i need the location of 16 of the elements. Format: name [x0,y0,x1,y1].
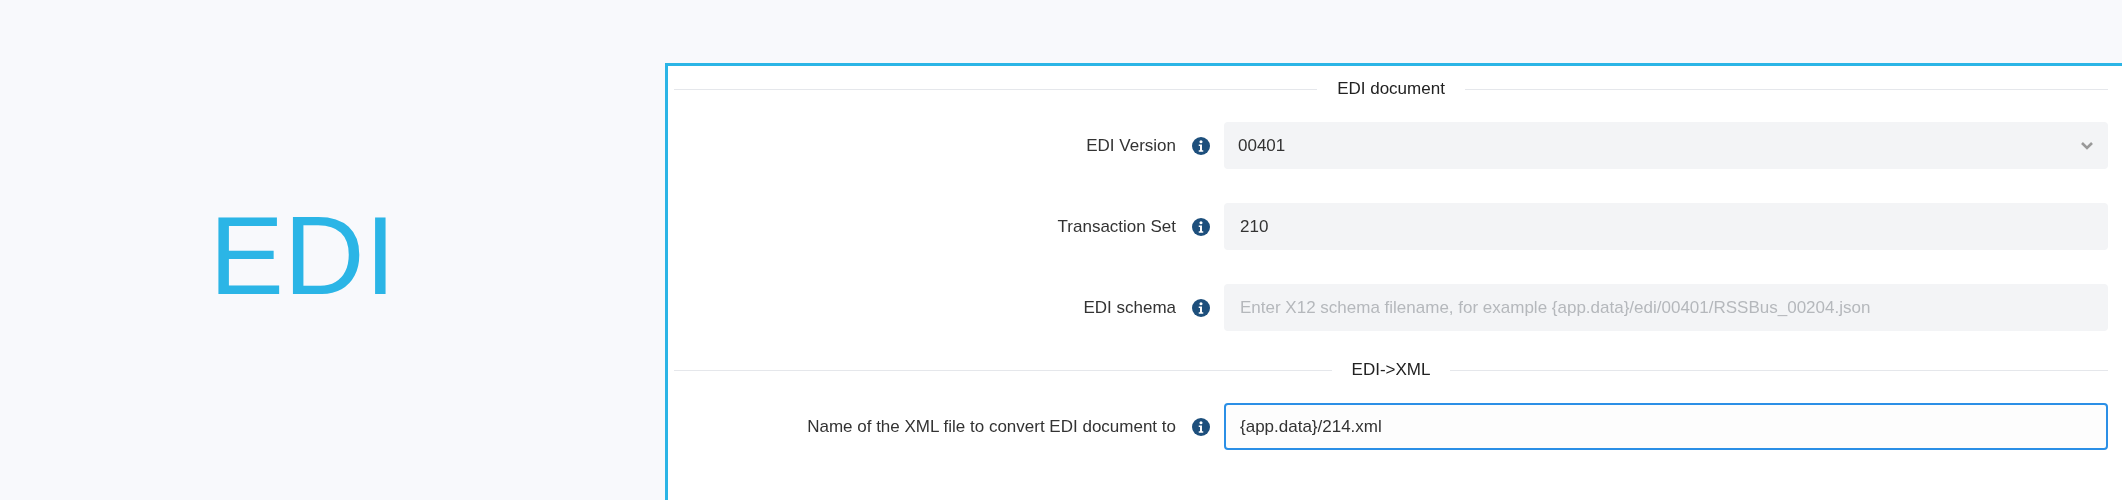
info-icon[interactable] [1192,217,1210,236]
field-label: EDI Version [1086,134,1176,157]
info-icon[interactable] [1192,136,1210,155]
info-icon[interactable] [1192,298,1210,317]
select-field[interactable]: 00401 [1224,122,2108,169]
input-field[interactable]: Enter X12 schema filename, for example {app.data}/edi/00401/RSSBus_00204.json [1224,284,2108,331]
section-title: EDI->XML [1351,359,1431,382]
input-field[interactable]: {app.data}/214.xml [1224,403,2108,450]
field-label: Name of the XML file to convert EDI document to [807,415,1176,438]
input-field[interactable]: 210 [1224,203,2108,250]
chevron-down-icon [2080,140,2094,151]
field-label: EDI schema [1083,296,1176,319]
page-title: EDI [209,200,396,312]
info-icon[interactable] [1192,417,1210,436]
section-title: EDI document [1337,78,1445,101]
field-label: Transaction Set [1057,215,1176,238]
